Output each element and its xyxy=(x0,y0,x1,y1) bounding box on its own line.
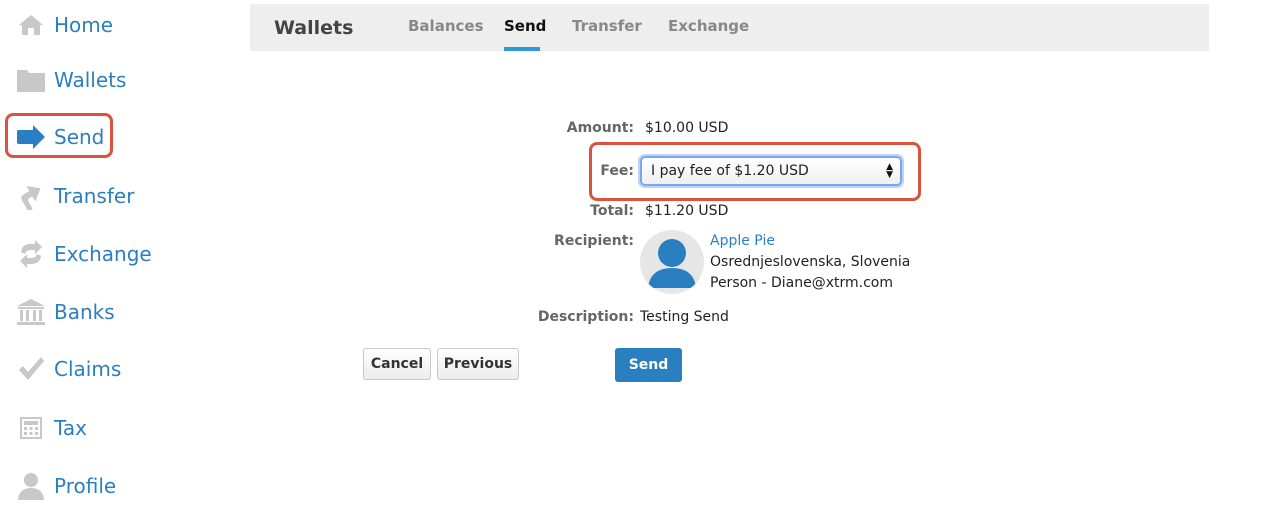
sidebar-item-label: Send xyxy=(54,125,105,149)
sidebar-item-label: Wallets xyxy=(54,68,127,92)
sidebar-item-label: Tax xyxy=(54,416,87,440)
select-arrows-icon: ▲ ▼ xyxy=(886,162,893,180)
sidebar-item-wallets[interactable]: Wallets xyxy=(16,62,126,98)
avatar xyxy=(640,230,704,294)
sidebar-item-profile[interactable]: Profile xyxy=(16,468,116,504)
bank-icon xyxy=(16,297,46,327)
fee-label: Fee: xyxy=(600,163,634,179)
total-label: Total: xyxy=(590,203,634,219)
checkmark-icon xyxy=(16,354,46,384)
active-tab-indicator xyxy=(504,47,540,51)
folder-icon xyxy=(16,65,46,95)
sidebar-item-transfer[interactable]: Transfer xyxy=(16,178,134,214)
sidebar-item-label: Transfer xyxy=(54,184,135,208)
wallets-header: Wallets Balances Send Transfer Exchange xyxy=(250,4,1209,51)
recipient-location: Osrednjeslovenska, Slovenia xyxy=(710,254,911,270)
tab-balances[interactable]: Balances xyxy=(408,17,484,35)
sidebar-item-label: Banks xyxy=(54,300,115,324)
recipient-details: Person - Diane@xtrm.com xyxy=(710,275,894,291)
tab-send[interactable]: Send xyxy=(504,17,546,35)
sidebar-item-send[interactable]: Send xyxy=(16,119,104,155)
sidebar-item-label: Profile xyxy=(54,474,117,498)
tab-exchange[interactable]: Exchange xyxy=(668,17,749,35)
recipient-name-link[interactable]: Apple Pie xyxy=(710,233,775,249)
tab-transfer[interactable]: Transfer xyxy=(572,17,642,35)
recipient-label: Recipient: xyxy=(554,233,634,249)
amount-value: $10.00 USD xyxy=(645,120,729,136)
sidebar-item-exchange[interactable]: Exchange xyxy=(16,236,152,272)
send-button[interactable]: Send xyxy=(615,348,682,382)
previous-button[interactable]: Previous xyxy=(437,348,519,380)
exchange-icon xyxy=(16,239,46,269)
fee-select-value: I pay fee of $1.20 USD xyxy=(651,163,809,179)
sidebar-item-label: Claims xyxy=(54,357,122,381)
cancel-button[interactable]: Cancel xyxy=(363,348,431,380)
description-value: Testing Send xyxy=(640,309,729,325)
sidebar-item-label: Home xyxy=(54,13,114,37)
arrow-up-right-icon xyxy=(16,181,46,211)
person-avatar-icon xyxy=(648,239,696,288)
home-icon xyxy=(16,10,46,40)
description-label: Description: xyxy=(537,309,634,325)
fee-select[interactable]: I pay fee of $1.20 USD ▲ ▼ xyxy=(640,156,902,186)
sidebar-item-banks[interactable]: Banks xyxy=(16,294,115,330)
sidebar: Home Wallets Send Transfer Exchange Bank… xyxy=(0,0,240,520)
person-icon xyxy=(16,471,46,501)
arrow-right-icon xyxy=(16,122,46,152)
page-title: Wallets xyxy=(274,17,354,39)
calculator-icon xyxy=(16,413,46,443)
amount-label: Amount: xyxy=(566,120,634,136)
sidebar-item-tax[interactable]: Tax xyxy=(16,410,87,446)
total-value: $11.20 USD xyxy=(645,203,729,219)
sidebar-item-claims[interactable]: Claims xyxy=(16,351,121,387)
sidebar-item-label: Exchange xyxy=(54,242,152,266)
sidebar-item-home[interactable]: Home xyxy=(16,7,113,43)
